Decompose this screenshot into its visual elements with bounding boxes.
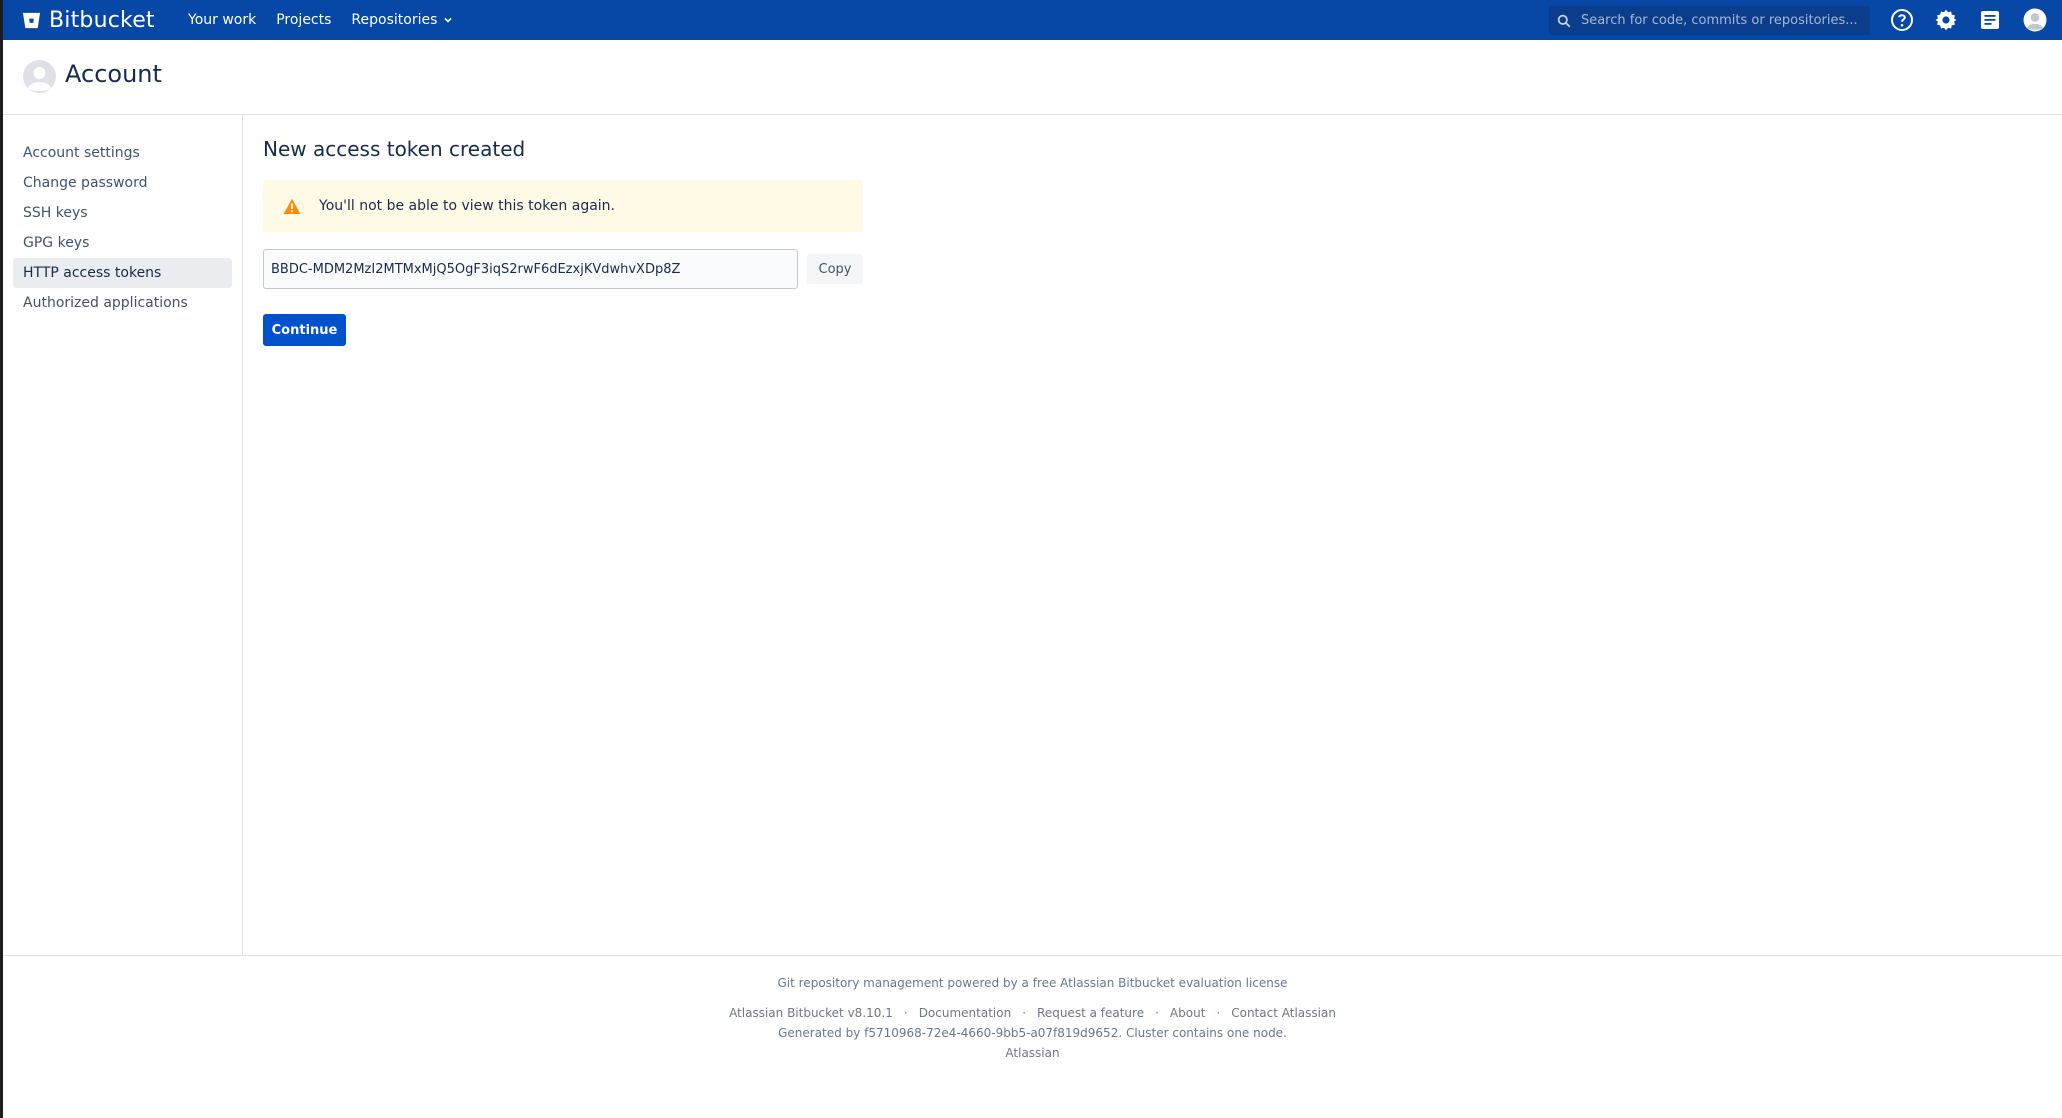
help-icon[interactable] (1890, 8, 1914, 32)
footer-separator: · (1022, 1006, 1027, 1020)
brand-name: Bitbucket (49, 7, 155, 33)
main-content: New access token created You'll not be a… (263, 115, 2053, 955)
search-input[interactable] (1580, 13, 1870, 28)
sidebar-item-ssh-keys[interactable]: SSH keys (13, 198, 232, 228)
account-sidebar: Account settings Change password SSH key… (3, 115, 243, 955)
footer-separator: · (1216, 1006, 1221, 1020)
user-avatar-icon[interactable] (2023, 8, 2047, 32)
footer-link-request-feature[interactable]: Request a feature (1037, 1006, 1144, 1020)
copy-button[interactable]: Copy (807, 254, 863, 284)
page-header: Account (3, 40, 2062, 115)
search-icon (1557, 14, 1571, 27)
whats-new-icon[interactable] (1978, 8, 2002, 32)
nav-repositories-dropdown[interactable]: Repositories (351, 12, 453, 28)
footer: Git repository management powered by a f… (3, 955, 2062, 1118)
top-navigation: Bitbucket Your work Projects Repositorie… (0, 0, 2062, 40)
sidebar-item-authorized-applications[interactable]: Authorized applications (13, 288, 232, 318)
section-title: New access token created (263, 137, 526, 161)
page-title: Account (65, 60, 162, 88)
footer-link-version[interactable]: Atlassian Bitbucket v8.10.1 (729, 1006, 893, 1020)
sidebar-item-gpg-keys[interactable]: GPG keys (13, 228, 232, 258)
nav-projects[interactable]: Projects (276, 12, 331, 28)
access-token-field[interactable] (263, 249, 798, 289)
license-text: Git repository management powered by a f… (777, 976, 1288, 990)
warning-banner: You'll not be able to view this token ag… (263, 180, 863, 232)
avatar (23, 60, 56, 93)
sidebar-item-change-password[interactable]: Change password (13, 168, 232, 198)
footer-link-contact[interactable]: Contact Atlassian (1231, 1006, 1336, 1020)
footer-separator: · (903, 1006, 908, 1020)
warning-message: You'll not be able to view this token ag… (319, 198, 616, 214)
warning-icon (283, 198, 301, 214)
main-nav: Your work Projects Repositories (188, 0, 453, 40)
window-edge (0, 0, 3, 1118)
nav-your-work[interactable]: Your work (188, 12, 256, 28)
search-box[interactable] (1549, 6, 1870, 35)
bitbucket-logo-icon (22, 12, 41, 28)
chevron-down-icon (444, 17, 452, 23)
sidebar-nav: Account settings Change password SSH key… (3, 138, 242, 318)
continue-button[interactable]: Continue (263, 314, 346, 346)
bitbucket-logo-link[interactable]: Bitbucket (22, 0, 155, 40)
nav-repositories-label: Repositories (351, 12, 438, 28)
gear-icon[interactable] (1934, 8, 1958, 32)
vendor-text: Atlassian (1005, 1046, 1060, 1060)
sidebar-item-account-settings[interactable]: Account settings (13, 138, 232, 168)
footer-links: Atlassian Bitbucket v8.10.1 · Documentat… (3, 1006, 2062, 1020)
app-window: Bitbucket Your work Projects Repositorie… (0, 0, 2062, 1118)
sidebar-item-http-access-tokens[interactable]: HTTP access tokens (13, 258, 232, 288)
generated-by-text: Generated by f5710968-72e4-4660-9bb5-a07… (778, 1026, 1287, 1040)
footer-link-documentation[interactable]: Documentation (919, 1006, 1012, 1020)
footer-separator: · (1155, 1006, 1159, 1020)
footer-link-about[interactable]: About (1170, 1006, 1205, 1020)
